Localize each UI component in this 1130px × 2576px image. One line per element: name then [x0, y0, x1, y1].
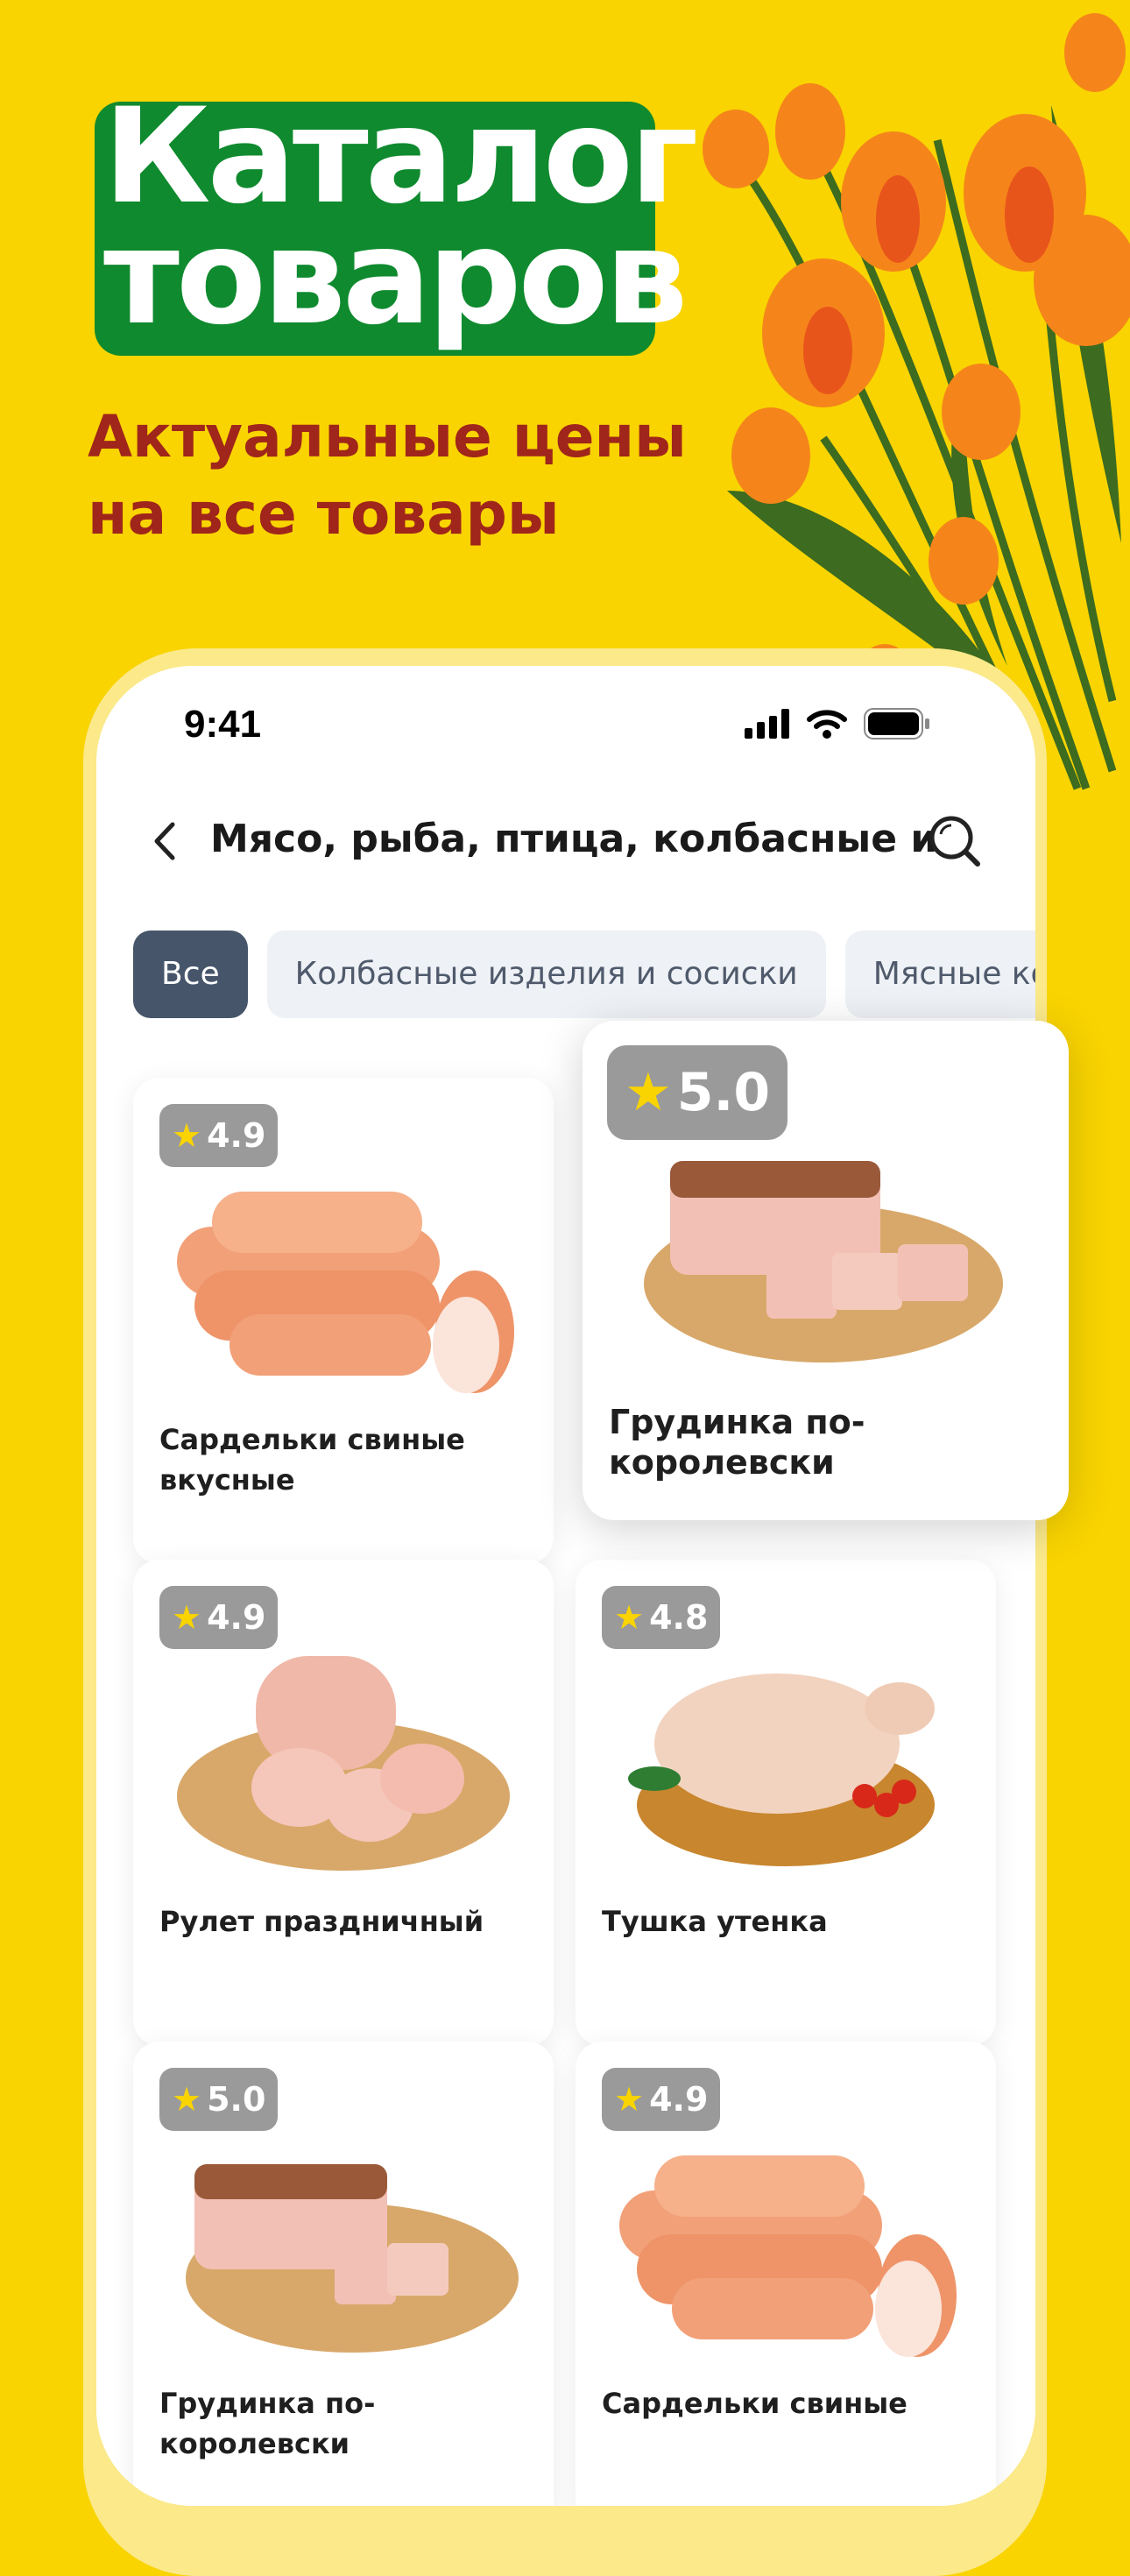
signal-icon — [745, 709, 789, 739]
rating-badge: ★ 4.9 — [602, 2068, 721, 2131]
rating-badge: ★ 4.9 — [159, 1104, 279, 1167]
product-image-brisket — [635, 1117, 1012, 1380]
product-image-sausages — [602, 2103, 970, 2366]
rating-value: 5.0 — [676, 1062, 771, 1123]
product-card[interactable]: ★ 4.9 Рулет праздничный — [133, 1560, 554, 2046]
product-name: Рулет праздничный — [159, 1905, 484, 1938]
star-icon: ★ — [172, 1116, 202, 1155]
rating-badge: ★ 4.8 — [602, 1586, 721, 1649]
category-title: Мясо, рыба, птица, колбасные и... — [210, 817, 937, 861]
rating-badge: ★ 4.9 — [159, 1586, 279, 1649]
chip-meat[interactable]: Мясные ко — [844, 931, 1035, 1018]
chevron-left-icon — [154, 822, 175, 860]
rating-value: 4.9 — [207, 1116, 266, 1155]
promo-subtitle-line1: Актуальные цены — [88, 403, 687, 471]
star-icon: ★ — [172, 2080, 202, 2119]
star-icon: ★ — [614, 2080, 645, 2119]
star-icon: ★ — [614, 1598, 645, 1637]
product-image-brisket — [159, 2103, 527, 2366]
rating-badge: ★ 5.0 — [159, 2068, 279, 2131]
promo-title: Каталог товаров — [88, 81, 698, 356]
product-name: Грудинка по-королевски — [159, 2387, 376, 2460]
status-icons — [745, 708, 930, 740]
product-image-duck — [602, 1621, 970, 1884]
product-card-featured[interactable]: ★ 5.0 Грудинка по-королевски — [583, 1021, 1069, 1520]
promo-subtitle-line2: на все товары — [88, 480, 560, 548]
chip-sausages[interactable]: Колбасные изделия и сосиски — [266, 931, 826, 1018]
star-icon: ★ — [172, 1598, 202, 1637]
product-name: Сардельки свиные — [602, 2387, 908, 2420]
chip-all[interactable]: Все — [133, 931, 248, 1018]
promo-title-line2: товаров — [103, 202, 688, 354]
rating-value: 4.9 — [649, 2080, 709, 2119]
back-button[interactable] — [138, 815, 191, 867]
product-name: Сардельки свиные вкусные — [159, 1423, 465, 1497]
rating-badge: ★ 5.0 — [607, 1045, 788, 1140]
search-icon — [929, 816, 980, 867]
rating-value: 5.0 — [207, 2080, 266, 2119]
product-card[interactable]: ★ 4.9 Сардельки свиные вкусные — [133, 1078, 554, 1564]
product-card[interactable]: ★ 4.9 Сардельки свиные — [576, 2042, 996, 2506]
rating-value: 4.9 — [207, 1598, 266, 1637]
app-screen: 9:41 Мясо, рыба, птица, колбасные и... В… — [96, 666, 1035, 2506]
status-bar: 9:41 — [96, 666, 1035, 771]
status-time: 9:41 — [184, 703, 262, 746]
search-button[interactable] — [927, 813, 983, 869]
promo-title-line1: Каталог — [103, 81, 698, 233]
product-name: Тушка утенка — [602, 1905, 828, 1938]
product-image-roll — [159, 1621, 527, 1884]
navigation-bar: Мясо, рыба, птица, колбасные и... — [96, 797, 1035, 885]
product-image-sausages — [159, 1139, 527, 1402]
category-chips: Все Колбасные изделия и сосиски Мясные ко — [133, 931, 1035, 1018]
wifi-icon — [807, 710, 847, 739]
rating-value: 4.8 — [649, 1598, 709, 1637]
product-card[interactable]: ★ 5.0 Грудинка по-королевски — [133, 2042, 554, 2506]
battery-icon — [864, 708, 929, 740]
product-name: Грудинка по-королевски — [609, 1403, 865, 1482]
product-card[interactable]: ★ 4.8 Тушка утенка — [576, 1560, 996, 2046]
star-icon: ★ — [625, 1062, 672, 1123]
promo-subtitle: Актуальные цены на все товары — [88, 399, 718, 553]
